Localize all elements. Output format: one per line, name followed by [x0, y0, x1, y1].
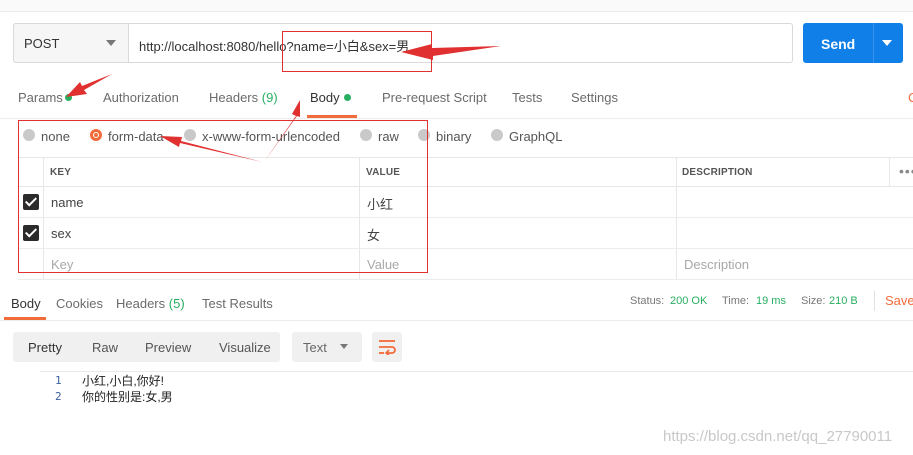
annotation-arrows [66, 44, 501, 162]
arrow-to-form-data [160, 136, 262, 162]
arrow-to-url [401, 44, 501, 60]
arrow-to-params [66, 74, 112, 97]
arrow-to-body-tab [264, 100, 300, 162]
